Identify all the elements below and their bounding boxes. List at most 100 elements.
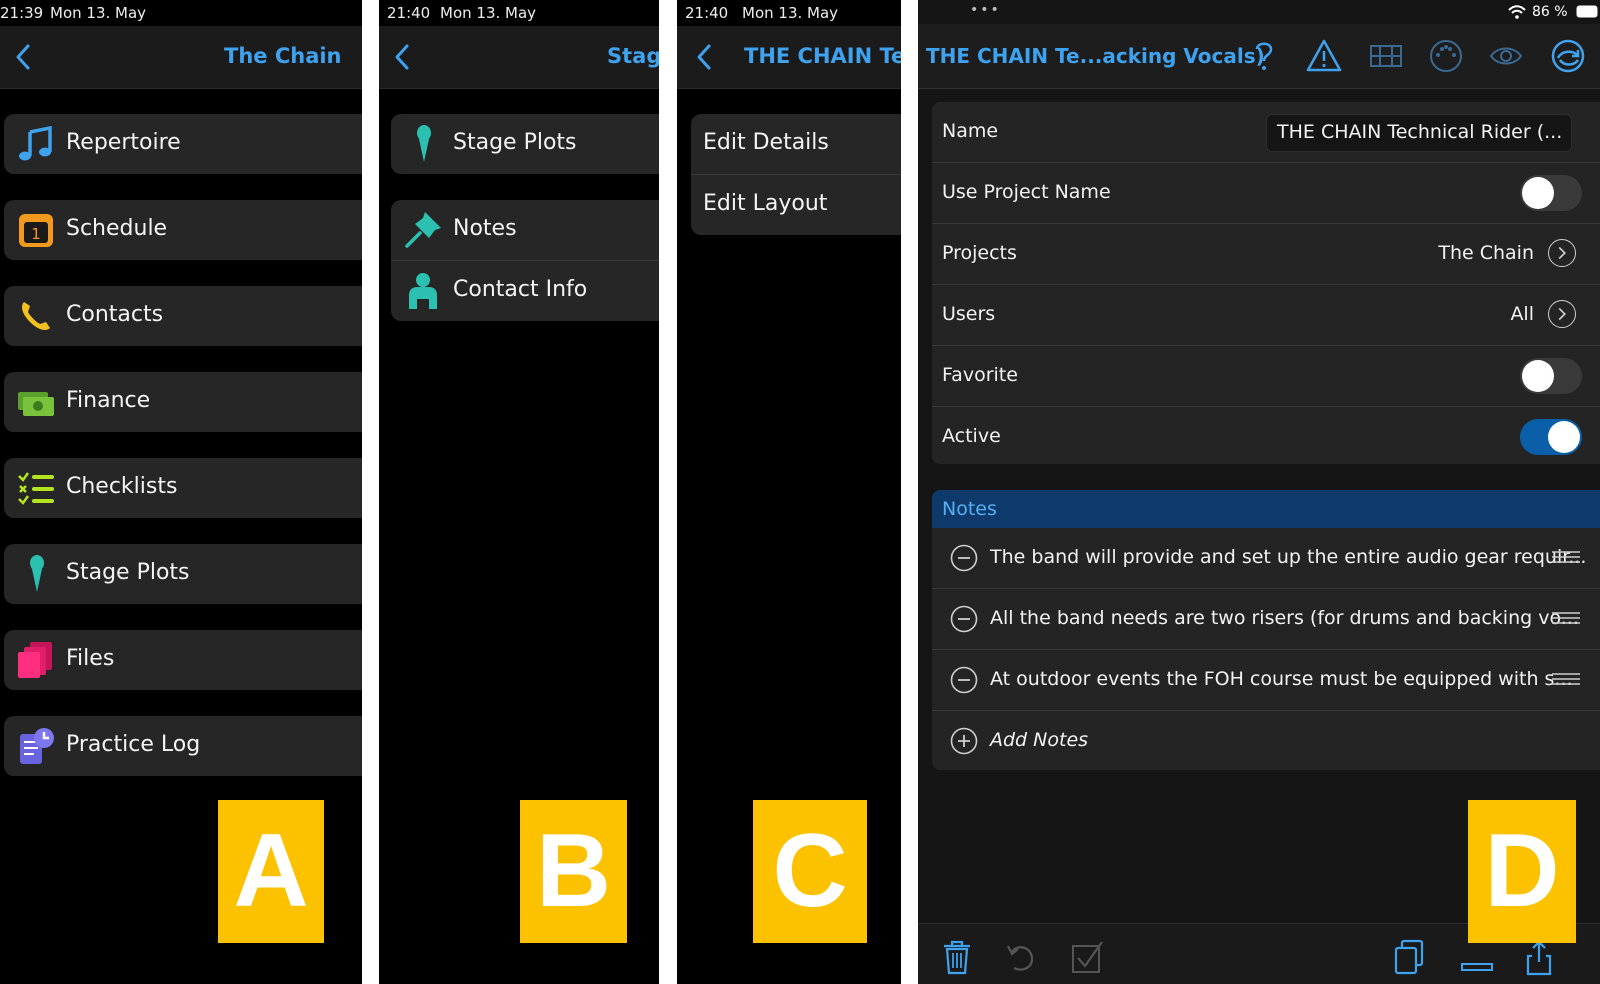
projects-label: Projects (942, 242, 1017, 264)
undo-icon[interactable] (1004, 938, 1038, 976)
reorder-handle-icon[interactable] (1552, 550, 1580, 564)
calendar-icon: 1 (19, 214, 53, 247)
users-value: All (1510, 303, 1534, 325)
use-project-name-toggle[interactable] (1520, 175, 1582, 211)
menu-item-label: Edit Details (703, 130, 829, 155)
chevron-right-circle-icon[interactable] (1548, 300, 1576, 328)
layout-grid-icon[interactable] (1368, 38, 1404, 74)
menu-item-edit-layout[interactable]: Edit Layout (691, 175, 901, 235)
notes-header-label: Notes (942, 498, 997, 520)
menu-item-label: Stage Plots (453, 130, 577, 155)
calendar-day-number: 1 (31, 225, 41, 243)
note-row[interactable]: The band will provide and set up the ent… (932, 528, 1600, 589)
panel-label-badge: D (1468, 800, 1576, 943)
panel-d: ••• 86 % | THE CHAIN Te...acking Vocals) (918, 0, 1600, 984)
status-date: Mon 13. May (50, 4, 147, 22)
add-note-row[interactable]: Add Notes (932, 711, 1600, 771)
music-note-icon (19, 125, 52, 161)
menu-item-finance[interactable]: Finance (4, 372, 362, 432)
money-icon (18, 392, 54, 416)
menu-item-stage-plots[interactable]: Stage Plots (391, 114, 659, 174)
wifi-icon (1508, 5, 1526, 19)
back-chevron-icon[interactable] (10, 40, 38, 74)
trash-icon[interactable] (940, 938, 974, 976)
note-text: At outdoor events the FOH course must be… (990, 668, 1573, 690)
battery-percent: 86 % (1532, 4, 1568, 20)
midi-connector-icon[interactable] (1428, 38, 1464, 74)
menu-item-label: Practice Log (66, 732, 201, 757)
menu-item-checklists[interactable]: Checklists (4, 458, 362, 518)
details-card: Name THE CHAIN Technical Rider (... Use … (932, 102, 1600, 464)
projects-row[interactable]: Projects The Chain (932, 224, 1600, 285)
menu-item-label: Contact Info (453, 277, 588, 302)
panel-label-badge: C (753, 800, 867, 943)
cloud-sync-icon[interactable] (1550, 38, 1586, 74)
toggle-knob (1522, 360, 1554, 392)
back-chevron-icon[interactable] (389, 40, 417, 74)
toggle-knob (1522, 177, 1554, 209)
microphone-icon (30, 555, 44, 592)
users-row[interactable]: Users All (932, 285, 1600, 346)
back-chevron-icon[interactable] (691, 40, 719, 74)
projects-value: The Chain (1438, 242, 1534, 264)
nav-bar: Stage (379, 26, 659, 89)
menu-item-label: Checklists (66, 474, 178, 499)
name-row: Name THE CHAIN Technical Rider (... (932, 102, 1600, 163)
stage-plots-group: Stage Plots (391, 114, 659, 174)
copy-icon[interactable] (1392, 938, 1426, 976)
use-project-name-row: Use Project Name (932, 163, 1600, 224)
menu-item-files[interactable]: Files (4, 630, 362, 690)
menu-item-notes[interactable]: Notes (391, 200, 659, 260)
menu-item-practice-log[interactable]: Practice Log (4, 716, 362, 776)
help-question-icon[interactable] (1246, 38, 1282, 74)
person-icon (409, 273, 437, 309)
pushpin-icon (405, 212, 441, 248)
notes-card: Notes The band will provide and set up t… (932, 490, 1600, 770)
status-time: 21:39 (0, 4, 44, 22)
menu-item-schedule[interactable]: 1 Schedule (4, 200, 362, 260)
note-row[interactable]: All the band needs are two risers (for d… (932, 589, 1600, 650)
status-date: Mon 13. May (742, 4, 839, 22)
active-toggle[interactable] (1520, 419, 1582, 455)
note-row[interactable]: At outdoor events the FOH course must be… (932, 650, 1600, 711)
edit-options-group: Edit Details Edit Layout (691, 114, 901, 235)
nav-bar: | THE CHAIN Te...acking Vocals) (918, 24, 1600, 89)
notes-header: Notes (932, 490, 1600, 528)
sync-eye-icon[interactable] (1488, 38, 1524, 74)
checkbox-icon[interactable] (1070, 938, 1104, 976)
name-value: THE CHAIN Technical Rider (... (1277, 121, 1563, 143)
microphone-icon (417, 125, 431, 162)
panel-c: 21:40 Mon 13. May THE CHAIN Tech Edit De… (677, 0, 901, 984)
menu-item-contact-info[interactable]: Contact Info (391, 261, 659, 321)
add-note-label: Add Notes (990, 729, 1089, 751)
remove-circle-icon[interactable] (950, 605, 978, 633)
menu-item-edit-details[interactable]: Edit Details (691, 114, 901, 174)
share-icon[interactable] (1522, 938, 1556, 976)
favorite-toggle[interactable] (1520, 358, 1582, 394)
warning-triangle-icon[interactable] (1306, 38, 1342, 74)
panel-label-badge: A (218, 800, 324, 943)
nav-bar: The Chain (0, 26, 362, 89)
menu-item-repertoire[interactable]: Repertoire (4, 114, 362, 174)
active-label: Active (942, 425, 1001, 447)
menu-item-label: Contacts (66, 302, 164, 327)
multitasking-dots[interactable]: ••• (970, 2, 1001, 18)
favorite-row: Favorite (932, 346, 1600, 407)
tray-icon[interactable] (1460, 938, 1494, 976)
menu-item-label: Finance (66, 388, 151, 413)
reorder-handle-icon[interactable] (1552, 611, 1580, 625)
menu-item-label: Repertoire (66, 130, 181, 155)
remove-circle-icon[interactable] (950, 666, 978, 694)
menu-item-label: Schedule (66, 216, 168, 241)
reorder-handle-icon[interactable] (1552, 672, 1580, 686)
name-input[interactable]: THE CHAIN Technical Rider (... (1266, 114, 1572, 152)
chevron-right-circle-icon[interactable] (1548, 239, 1576, 267)
split-divider-handle[interactable]: | (918, 46, 919, 65)
menu-item-stage-plots[interactable]: Stage Plots (4, 544, 362, 604)
menu-item-label: Stage Plots (66, 560, 190, 585)
nav-title: THE CHAIN Tech (744, 44, 901, 68)
menu-item-contacts[interactable]: Contacts (4, 286, 362, 346)
nav-title: The Chain (224, 44, 342, 68)
remove-circle-icon[interactable] (950, 544, 978, 572)
add-circle-icon[interactable] (950, 727, 978, 755)
